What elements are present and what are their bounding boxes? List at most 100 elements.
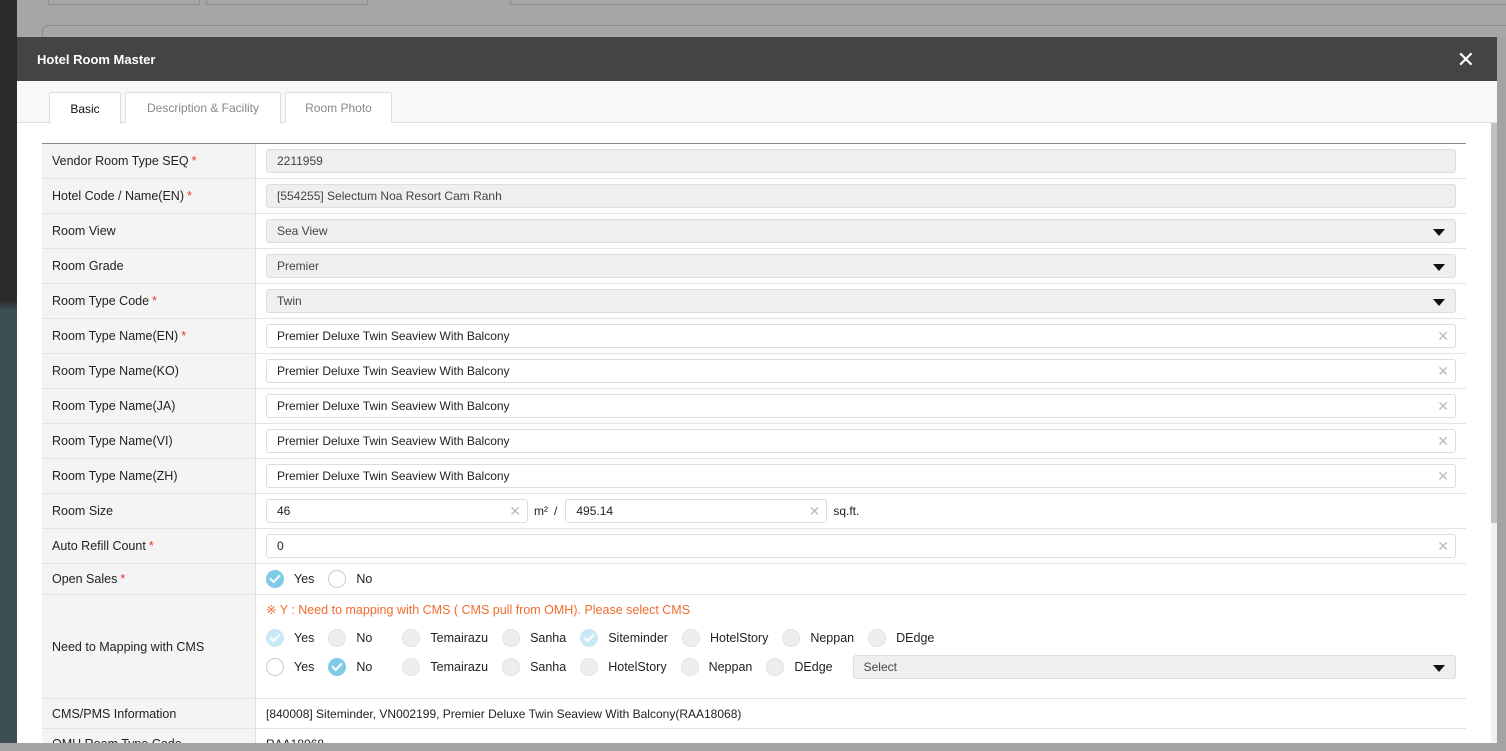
tab-description-facility[interactable]: Description & Facility (125, 92, 281, 123)
hotel-room-master-modal: Hotel Room Master ✕ Basic Description & … (17, 37, 1497, 751)
field-label: Room Type Code * (42, 284, 256, 318)
required-mark: * (191, 154, 197, 168)
clear-icon[interactable]: ✕ (509, 503, 521, 520)
field-label: Room Type Name(EN) * (42, 319, 256, 353)
room-form: Vendor Room Type SEQ * 2211959 Hotel Code… (42, 143, 1466, 751)
modal-header: Hotel Room Master ✕ (17, 37, 1497, 81)
cms-pms-information-value: [840008] Siteminder, VN002199, Premier D… (266, 706, 742, 721)
room-type-code-select[interactable]: Twin (266, 289, 1456, 313)
radio-icon (502, 629, 521, 647)
room-grade-select[interactable]: Premier (266, 254, 1456, 278)
clear-icon[interactable]: ✕ (809, 503, 821, 520)
row-auto-refill-count: Auto Refill Count * 0 ✕ (42, 529, 1466, 564)
row-room-grade: Room Grade Premier (42, 249, 1466, 284)
selected-value: Twin (277, 294, 302, 308)
input-value: 0 (277, 539, 284, 553)
tab-basic[interactable]: Basic (49, 92, 121, 124)
room-type-name-vi-input[interactable]: Premier Deluxe Twin Seaview With Balcony… (266, 429, 1456, 453)
room-type-name-ko-input[interactable]: Premier Deluxe Twin Seaview With Balcony… (266, 359, 1456, 383)
radio-label: DEdge (794, 660, 833, 674)
room-size-sqft-input[interactable]: 495.14 ✕ (565, 499, 828, 523)
modal-title: Hotel Room Master (37, 51, 156, 67)
radio-checked-icon (328, 658, 347, 676)
input-value: Premier Deluxe Twin Seaview With Balcony (277, 329, 510, 343)
cms2-neppan-radio[interactable]: Neppan (680, 658, 752, 676)
cms2-sanha-radio[interactable]: Sanha (502, 658, 566, 676)
required-mark: * (181, 329, 187, 343)
required-mark: * (187, 189, 192, 203)
open-sales-no-radio[interactable]: No (328, 570, 372, 588)
caret-down-icon (1433, 229, 1445, 236)
row-open-sales: Open Sales * Yes No (42, 564, 1466, 595)
field-label: Room View (42, 214, 256, 248)
radio-icon (402, 629, 421, 647)
radio-icon (580, 658, 599, 676)
radio-label: Neppan (810, 631, 855, 645)
cms2-dedge-radio[interactable]: DEdge (766, 658, 833, 676)
clear-icon[interactable]: ✕ (1437, 363, 1449, 380)
selected-value: Sea View (277, 224, 328, 238)
open-sales-yes-radio[interactable]: Yes (266, 570, 314, 588)
clear-icon[interactable]: ✕ (1437, 468, 1449, 485)
cms2-temairazu-radio[interactable]: Temairazu (402, 658, 488, 676)
radio-checked-icon (266, 629, 284, 647)
field-label: Need to Mapping with CMS (42, 595, 256, 698)
label-text: Room Grade (52, 259, 124, 273)
caret-down-icon (1433, 665, 1445, 672)
room-type-name-ja-input[interactable]: Premier Deluxe Twin Seaview With Balcony… (266, 394, 1456, 418)
background-page-bottom (0, 743, 1506, 751)
row-room-type-name-ko: Room Type Name(KO) Premier Deluxe Twin S… (42, 354, 1466, 389)
radio-label: No (356, 631, 373, 645)
scrollbar-thumb[interactable] (1491, 123, 1497, 523)
radio-label: No (356, 660, 373, 674)
cms-hotelstory-radio: HotelStory (681, 629, 769, 647)
label-text: Auto Refill Count (52, 539, 146, 553)
hotel-code-input: [554255] Selectum Noa Resort Cam Ranh (266, 184, 1456, 208)
radio-icon (766, 658, 785, 676)
row-vendor-room-type-seq: Vendor Room Type SEQ * 2211959 (42, 144, 1466, 179)
radio-label: Siteminder (608, 631, 668, 645)
input-value: Premier Deluxe Twin Seaview With Balcony (277, 364, 510, 378)
label-text: Room Type Name(JA) (52, 399, 176, 413)
label-text: CMS/PMS Information (52, 706, 177, 721)
room-type-name-zh-input[interactable]: Premier Deluxe Twin Seaview With Balcony… (266, 464, 1456, 488)
cms-select[interactable]: Select (852, 655, 1456, 679)
radio-label: HotelStory (608, 660, 667, 674)
auto-refill-count-input[interactable]: 0 ✕ (266, 534, 1456, 558)
background-box (510, 0, 1506, 5)
radio-checked-icon (266, 570, 284, 588)
radio-icon (328, 629, 347, 647)
label-text: Room Size (52, 504, 114, 518)
vendor-room-type-seq-input: 2211959 (266, 149, 1456, 173)
room-type-name-en-input[interactable]: Premier Deluxe Twin Seaview With Balcony… (266, 324, 1456, 348)
label-text: Room Type Name(ZH) (52, 469, 178, 483)
field-label: Open Sales * (42, 564, 256, 594)
required-mark: * (148, 539, 154, 553)
tab-room-photo[interactable]: Room Photo (285, 92, 392, 123)
field-label: Room Size (42, 494, 256, 528)
clear-icon[interactable]: ✕ (1437, 433, 1449, 450)
radio-icon (328, 570, 347, 588)
radio-label: Temairazu (430, 631, 489, 645)
scrollbar[interactable] (1491, 123, 1497, 751)
field-label: CMS/PMS Information (42, 699, 256, 728)
selected-value: Premier (277, 259, 320, 273)
radio-icon (402, 658, 421, 676)
separator: / (554, 504, 558, 518)
input-value: Premier Deluxe Twin Seaview With Balcony (277, 469, 510, 483)
clear-icon[interactable]: ✕ (1437, 328, 1449, 345)
mapping2-no-radio[interactable]: No (328, 658, 372, 676)
room-view-select[interactable]: Sea View (266, 219, 1456, 243)
room-size-m2-input[interactable]: 46 ✕ (266, 499, 528, 523)
radio-label: HotelStory (709, 631, 769, 645)
clear-icon[interactable]: ✕ (1437, 398, 1449, 415)
cms2-hotelstory-radio[interactable]: HotelStory (580, 658, 667, 676)
cms-dedge-radio: DEdge (868, 629, 934, 647)
mapping2-yes-radio[interactable]: Yes (266, 658, 314, 676)
close-icon[interactable]: ✕ (1457, 47, 1475, 73)
clear-icon[interactable]: ✕ (1437, 538, 1449, 555)
row-room-type-name-vi: Room Type Name(VI) Premier Deluxe Twin S… (42, 424, 1466, 459)
input-value: 495.14 (576, 504, 614, 518)
radio-icon (681, 629, 700, 647)
required-mark: * (120, 572, 126, 586)
